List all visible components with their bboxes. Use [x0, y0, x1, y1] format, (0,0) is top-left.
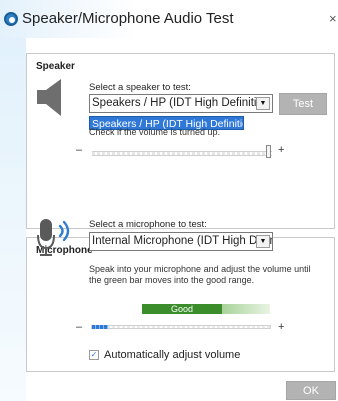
auto-adjust-checkbox[interactable]: ✓	[89, 350, 99, 360]
speaker-select-value: Speakers / HP (IDT High Definition Audio…	[92, 97, 272, 109]
microphone-level-increase[interactable]: +	[278, 321, 284, 333]
close-icon[interactable]: ×	[329, 11, 337, 26]
speaker-panel: Speaker	[26, 53, 335, 229]
test-button[interactable]: Test	[279, 93, 327, 115]
dialog-title: Speaker/Microphone Audio Test	[22, 10, 234, 27]
speaker-select[interactable]: Speakers / HP (IDT High Definition Audio…	[89, 94, 273, 113]
microphone-select-value: Internal Microphone (IDT High Definition…	[92, 235, 272, 247]
microphone-icon	[37, 219, 70, 256]
auto-adjust-label[interactable]: Automatically adjust volume	[104, 349, 240, 361]
good-range-fade	[222, 304, 270, 314]
chevron-down-icon[interactable]: ▼	[256, 97, 270, 110]
microphone-instructions-line1: Speak into your microphone and adjust th…	[89, 264, 311, 274]
speaker-volume-increase[interactable]: +	[278, 144, 284, 156]
speaker-select-label: Select a speaker to test:	[89, 82, 191, 93]
speaker-volume-slider[interactable]	[92, 151, 272, 156]
speaker-volume-decrease[interactable]: –	[76, 144, 82, 156]
microphone-select-label: Select a microphone to test:	[89, 219, 207, 230]
title-bar: Speaker/Microphone Audio Test ×	[0, 0, 338, 38]
audio-test-dialog: Speaker/Microphone Audio Test × Speaker …	[0, 0, 338, 401]
microphone-instructions-line2: the green bar moves into the good range.	[89, 275, 255, 285]
microphone-level-fill	[92, 325, 108, 329]
speaker-icon	[37, 79, 61, 116]
speaker-heading: Speaker	[36, 61, 75, 72]
good-range-bar: Good	[142, 304, 222, 314]
microphone-level-meter	[91, 325, 271, 329]
chevron-down-icon[interactable]: ▼	[256, 235, 270, 248]
audio-app-icon	[4, 12, 18, 26]
speaker-volume-hint: Check if the volume is turned up.	[89, 127, 221, 137]
speaker-volume-thumb[interactable]	[266, 145, 271, 158]
microphone-select[interactable]: Internal Microphone (IDT High Definition…	[89, 232, 273, 251]
window-edge	[0, 0, 26, 401]
ok-button[interactable]: OK	[286, 381, 336, 400]
microphone-level-decrease[interactable]: –	[76, 321, 82, 333]
